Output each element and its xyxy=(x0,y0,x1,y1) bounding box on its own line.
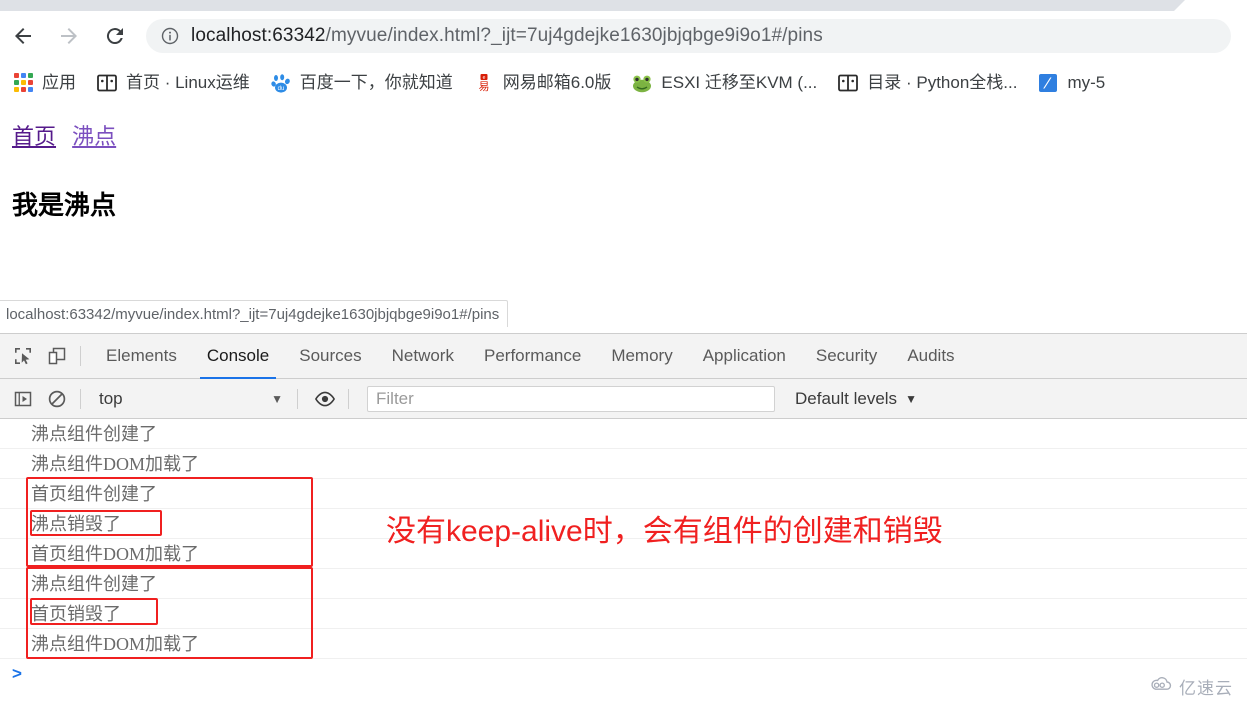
console-log-row[interactable]: 首页组件创建了 xyxy=(0,479,1247,509)
live-expression-icon[interactable] xyxy=(308,382,342,416)
url-path: /myvue/index.html?_ijt=7uj4gdejke1630jbj… xyxy=(325,26,823,45)
bookmark-apps[interactable]: 应用 xyxy=(12,68,76,98)
page-title: 我是沸点 xyxy=(12,190,117,220)
bookmark-esxi-kvm[interactable]: ESXI 迁移至KVM (... xyxy=(631,68,817,98)
book-icon xyxy=(96,72,118,94)
tab-elements[interactable]: Elements xyxy=(91,334,192,379)
console-log-text: 沸点销毁了 xyxy=(31,513,121,534)
tab-strip-background xyxy=(0,0,1185,11)
tab-security[interactable]: Security xyxy=(801,334,892,379)
chevron-down-icon: ▼ xyxy=(271,391,283,406)
toolbar-divider xyxy=(80,346,81,366)
bookmarks-bar: 应用 首页 · Linux运维 du 百度一下，你就知道 e 易 网易邮箱6.0… xyxy=(0,60,1247,105)
bookmark-label: ESXI 迁移至KVM (... xyxy=(661,73,818,92)
info-circle-icon[interactable] xyxy=(160,26,180,46)
console-log-row[interactable]: 沸点组件DOM加载了 xyxy=(0,449,1247,479)
link-status-bubble: localhost:63342/myvue/index.html?_ijt=7u… xyxy=(0,300,509,327)
bookmark-baidu[interactable]: du 百度一下，你就知道 xyxy=(270,68,453,98)
bookmark-my-5[interactable]: my-5 xyxy=(1037,68,1105,98)
bookmark-netease-mail[interactable]: e 易 网易邮箱6.0版 xyxy=(473,68,612,98)
console-toolbar-divider-2 xyxy=(297,388,298,409)
pen-icon xyxy=(1037,72,1059,94)
console-prompt[interactable]: > xyxy=(0,659,1247,689)
log-levels-label: Default levels xyxy=(795,388,898,408)
watermark-text: 亿速云 xyxy=(1179,679,1233,698)
execution-context-select[interactable]: top ▼ xyxy=(91,386,291,412)
console-filter-placeholder: Filter xyxy=(376,388,414,408)
console-log-text: 沸点组件DOM加载了 xyxy=(31,633,200,654)
bookmark-linux-home[interactable]: 首页 · Linux运维 xyxy=(96,68,250,98)
baidu-paw-icon: du xyxy=(270,72,292,94)
bookmark-label: 网易邮箱6.0版 xyxy=(502,73,612,92)
console-log-row[interactable]: 首页销毁了 xyxy=(0,599,1247,629)
bookmark-label: 百度一下，你就知道 xyxy=(299,73,453,92)
tab-console[interactable]: Console xyxy=(192,334,284,379)
execution-context-value: top xyxy=(99,388,123,408)
console-log-text: 沸点组件创建了 xyxy=(31,423,157,444)
console-prompt-symbol: > xyxy=(12,664,22,683)
bookmark-label: 目录 · Python全栈... xyxy=(867,73,1018,92)
console-log-text: 首页组件DOM加载了 xyxy=(31,543,200,564)
book-icon xyxy=(837,72,859,94)
netease-mail-icon: e 易 xyxy=(473,72,495,94)
apps-grid-icon xyxy=(12,72,34,94)
console-toolbar-divider-3 xyxy=(348,388,349,409)
bookmark-label: my-5 xyxy=(1067,73,1106,92)
devtools-tabbar: Elements Console Sources Network Perform… xyxy=(0,334,1247,379)
annotation-note: 没有keep-alive时，会有组件的创建和销毁 xyxy=(386,515,943,548)
browser-toolbar: localhost:63342/myvue/index.html?_ijt=7u… xyxy=(0,11,1247,60)
url-host: localhost:63342 xyxy=(191,26,326,45)
console-log-row[interactable]: 沸点组件DOM加载了 xyxy=(0,629,1247,659)
router-link-home[interactable]: 首页 xyxy=(12,124,56,149)
svg-text:易: 易 xyxy=(478,80,489,93)
svg-text:du: du xyxy=(277,86,284,92)
chevron-down-icon: ▼ xyxy=(905,391,917,406)
address-bar-text: localhost:63342/myvue/index.html?_ijt=7u… xyxy=(191,26,823,45)
execution-context-icon[interactable] xyxy=(6,382,40,416)
link-status-text: localhost:63342/myvue/index.html?_ijt=7u… xyxy=(6,305,500,323)
console-log-text: 首页销毁了 xyxy=(31,603,121,624)
tab-application[interactable]: Application xyxy=(688,334,801,379)
console-log-text: 首页组件创建了 xyxy=(31,483,157,504)
tab-memory[interactable]: Memory xyxy=(596,334,687,379)
bookmark-label: 应用 xyxy=(42,73,76,92)
forward-button[interactable] xyxy=(46,13,92,59)
inspect-element-icon[interactable] xyxy=(6,339,40,373)
bookmark-label: 首页 · Linux运维 xyxy=(126,73,250,92)
page-viewport: 首页 沸点 我是沸点 xyxy=(0,105,1247,319)
tab-sources[interactable]: Sources xyxy=(284,334,376,379)
router-link-pins[interactable]: 沸点 xyxy=(72,124,116,149)
console-log-text: 沸点组件创建了 xyxy=(31,573,157,594)
console-log-text: 沸点组件DOM加载了 xyxy=(31,453,200,474)
address-bar[interactable]: localhost:63342/myvue/index.html?_ijt=7u… xyxy=(146,18,1231,53)
back-button[interactable] xyxy=(0,13,46,59)
console-output[interactable]: 沸点组件创建了 沸点组件DOM加载了 首页组件创建了 沸点销毁了 首页组件DOM… xyxy=(0,419,1247,713)
console-log-row[interactable]: 沸点组件创建了 xyxy=(0,569,1247,599)
console-toolbar: top ▼ Filter Default levels ▼ xyxy=(0,379,1247,419)
device-toolbar-icon[interactable] xyxy=(40,339,74,373)
clear-console-icon[interactable] xyxy=(40,382,74,416)
frog-icon xyxy=(631,72,653,94)
watermark: 亿速云 xyxy=(1148,674,1233,699)
tab-strip xyxy=(0,0,1247,11)
console-log-row[interactable]: 沸点组件创建了 xyxy=(0,419,1247,449)
bookmark-python-toc[interactable]: 目录 · Python全栈... xyxy=(837,68,1017,98)
tab-network[interactable]: Network xyxy=(377,334,469,379)
reload-button[interactable] xyxy=(92,13,138,59)
cloud-icon xyxy=(1148,676,1174,697)
tab-audits[interactable]: Audits xyxy=(892,334,969,379)
router-links: 首页 沸点 xyxy=(12,124,126,150)
tab-performance[interactable]: Performance xyxy=(469,334,596,379)
log-levels-select[interactable]: Default levels ▼ xyxy=(785,386,927,412)
console-filter-input[interactable]: Filter xyxy=(367,385,775,412)
console-toolbar-divider xyxy=(80,388,81,409)
browser-window: localhost:63342/myvue/index.html?_ijt=7u… xyxy=(0,0,1247,713)
